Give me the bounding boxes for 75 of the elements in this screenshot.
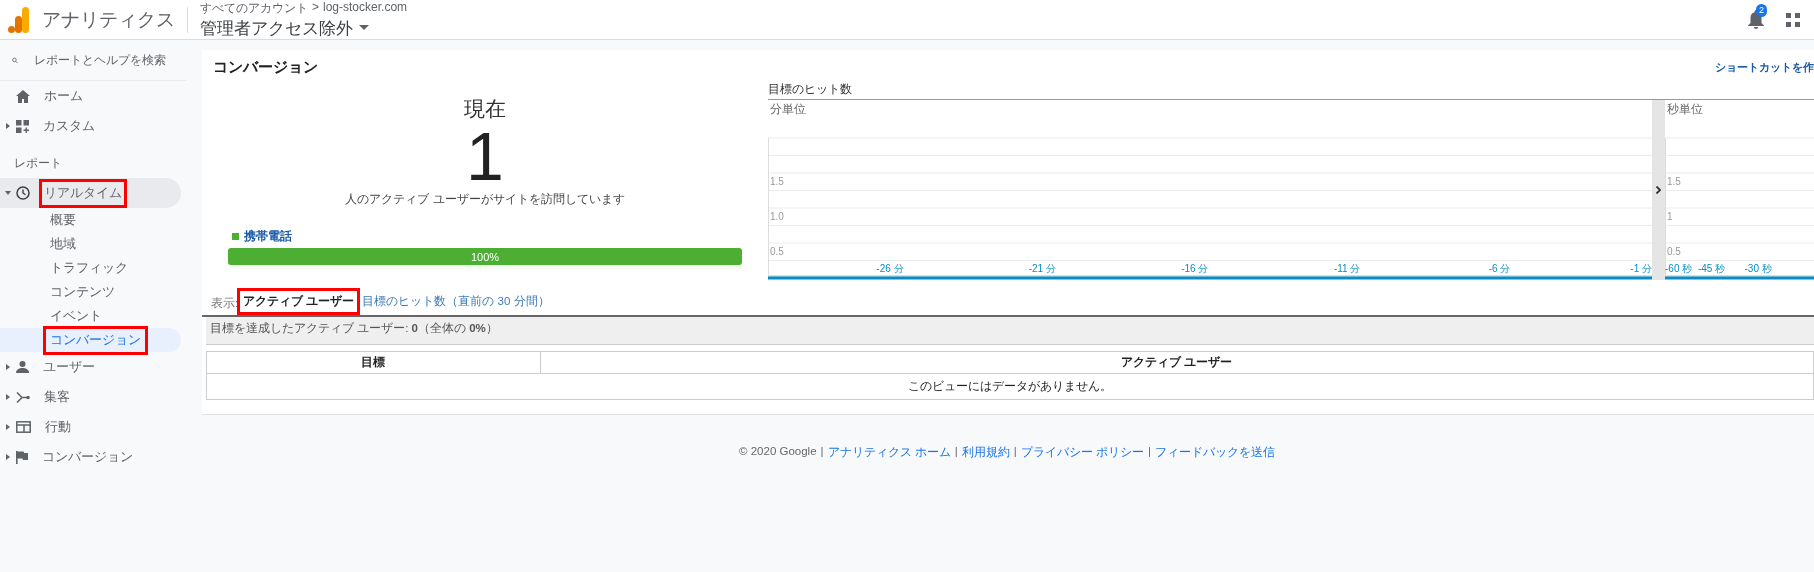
apps-grid-icon[interactable] (1786, 12, 1800, 27)
nav-subitem[interactable]: 概要 (0, 208, 181, 232)
breadcrumb-property[interactable]: log-stocker.com (323, 0, 408, 17)
nav-item[interactable]: 集客 (0, 382, 181, 412)
nav-item[interactable]: コンバージョン (0, 442, 181, 472)
footer-link[interactable]: 利用規約 (961, 445, 1010, 460)
x-tick-label: -45 秒 (1697, 263, 1726, 274)
footer-link[interactable]: プライバシー ポリシー (1020, 445, 1144, 460)
flag-icon (16, 450, 28, 464)
fork-icon (16, 390, 30, 404)
now-label: 現在 (464, 96, 506, 122)
notification-badge: 2 (1756, 4, 1767, 17)
home-icon (16, 89, 30, 103)
footer-separator: | (820, 445, 824, 459)
page-title: コンバージョン (213, 58, 318, 77)
nav-item[interactable]: 行動 (0, 412, 181, 442)
chart-title: 目標のヒット数 (768, 81, 1814, 100)
chart-subtitle: 分単位 (770, 102, 806, 117)
y-tick-label: 1.0 (770, 211, 784, 222)
legend-swatch (232, 233, 239, 240)
x-tick-label: -6 分 (1488, 263, 1511, 274)
analytics-logo-icon[interactable] (8, 6, 30, 33)
y-tick-label: 0.5 (770, 246, 784, 257)
nav-subitem[interactable]: コンバージョン (0, 328, 181, 352)
footer-link[interactable]: アナリティクス ホーム (827, 445, 951, 460)
active-user-caption: 人のアクティブ ユーザーがサイトを訪問しています (345, 191, 625, 208)
person-icon (16, 361, 29, 373)
x-tick-label: -30 秒 (1744, 263, 1772, 274)
nav-item[interactable]: ユーザー (0, 352, 181, 382)
breadcrumb-separator: > (312, 0, 319, 16)
x-tick-label: -11 分 (1333, 263, 1361, 274)
chevron-right-icon (1656, 186, 1661, 194)
search-field[interactable]: レポートとヘルプを検索 (34, 53, 174, 67)
create-shortcut-link[interactable]: ショートカットを作 (1715, 60, 1814, 75)
empty-message: このビューにはデータがありません。 (206, 373, 1814, 400)
dashboard-icon (16, 119, 29, 133)
x-tick-label: -60 秒 (1665, 263, 1693, 274)
nav-item[interactable]: リアルタイム (0, 178, 181, 208)
footer-separator: | (1013, 445, 1017, 459)
nav-subitem[interactable]: イベント (0, 304, 181, 328)
nav-item[interactable]: ホーム (0, 81, 181, 111)
column-header[interactable]: 目標 (206, 351, 541, 374)
device-label: 携帯電話 (244, 228, 292, 245)
breadcrumb-account[interactable]: すべてのアカウント (200, 0, 308, 17)
x-tick-label: -1 分 (1630, 263, 1652, 274)
footer-separator: | (954, 445, 958, 459)
window-icon (16, 421, 31, 433)
x-tick-label: -16 分 (1181, 263, 1209, 274)
clock-icon (16, 186, 30, 200)
section-heading: レポート (13, 155, 63, 172)
x-tick-label: -21 分 (1028, 263, 1056, 274)
view-selector[interactable]: 管理者アクセス除外 (200, 16, 408, 40)
nav-subitem[interactable]: コンテンツ (0, 280, 181, 304)
nav-subitem[interactable]: 地域 (0, 232, 181, 256)
footer-link[interactable]: フィードバックを送信 (1154, 445, 1275, 460)
chart-toggle-strip[interactable] (1652, 100, 1665, 280)
nav-item[interactable]: カスタム (0, 111, 181, 141)
summary-text: 目標を達成したアクティブ ユーザー: 0（全体の 0%） (206, 317, 1814, 345)
chart-subtitle: 秒単位 (1667, 102, 1703, 117)
view-label: 表示: (210, 296, 240, 311)
nav-subitem[interactable]: トラフィック (0, 256, 181, 280)
active-user-count: 1 (466, 123, 504, 189)
column-header[interactable]: アクティブ ユーザー (540, 351, 1814, 374)
y-tick-label: 1.5 (770, 176, 784, 187)
app-name: アナリティクス (42, 7, 175, 32)
device-percentage: 100% (470, 250, 500, 263)
view-tab[interactable]: アクティブ ユーザー (239, 290, 359, 313)
x-tick-label: -26 分 (876, 263, 904, 274)
footer-separator: | (1147, 445, 1151, 459)
y-tick-label: 0.5 (1667, 246, 1681, 257)
view-tab[interactable]: 目標のヒット数（直前の 30 分間） (358, 290, 554, 313)
caret-icon (359, 25, 369, 31)
y-tick-label: 1 (1667, 211, 1673, 222)
y-tick-label: 1.5 (1667, 176, 1681, 187)
copyright-text: © 2020 Google (739, 445, 817, 459)
